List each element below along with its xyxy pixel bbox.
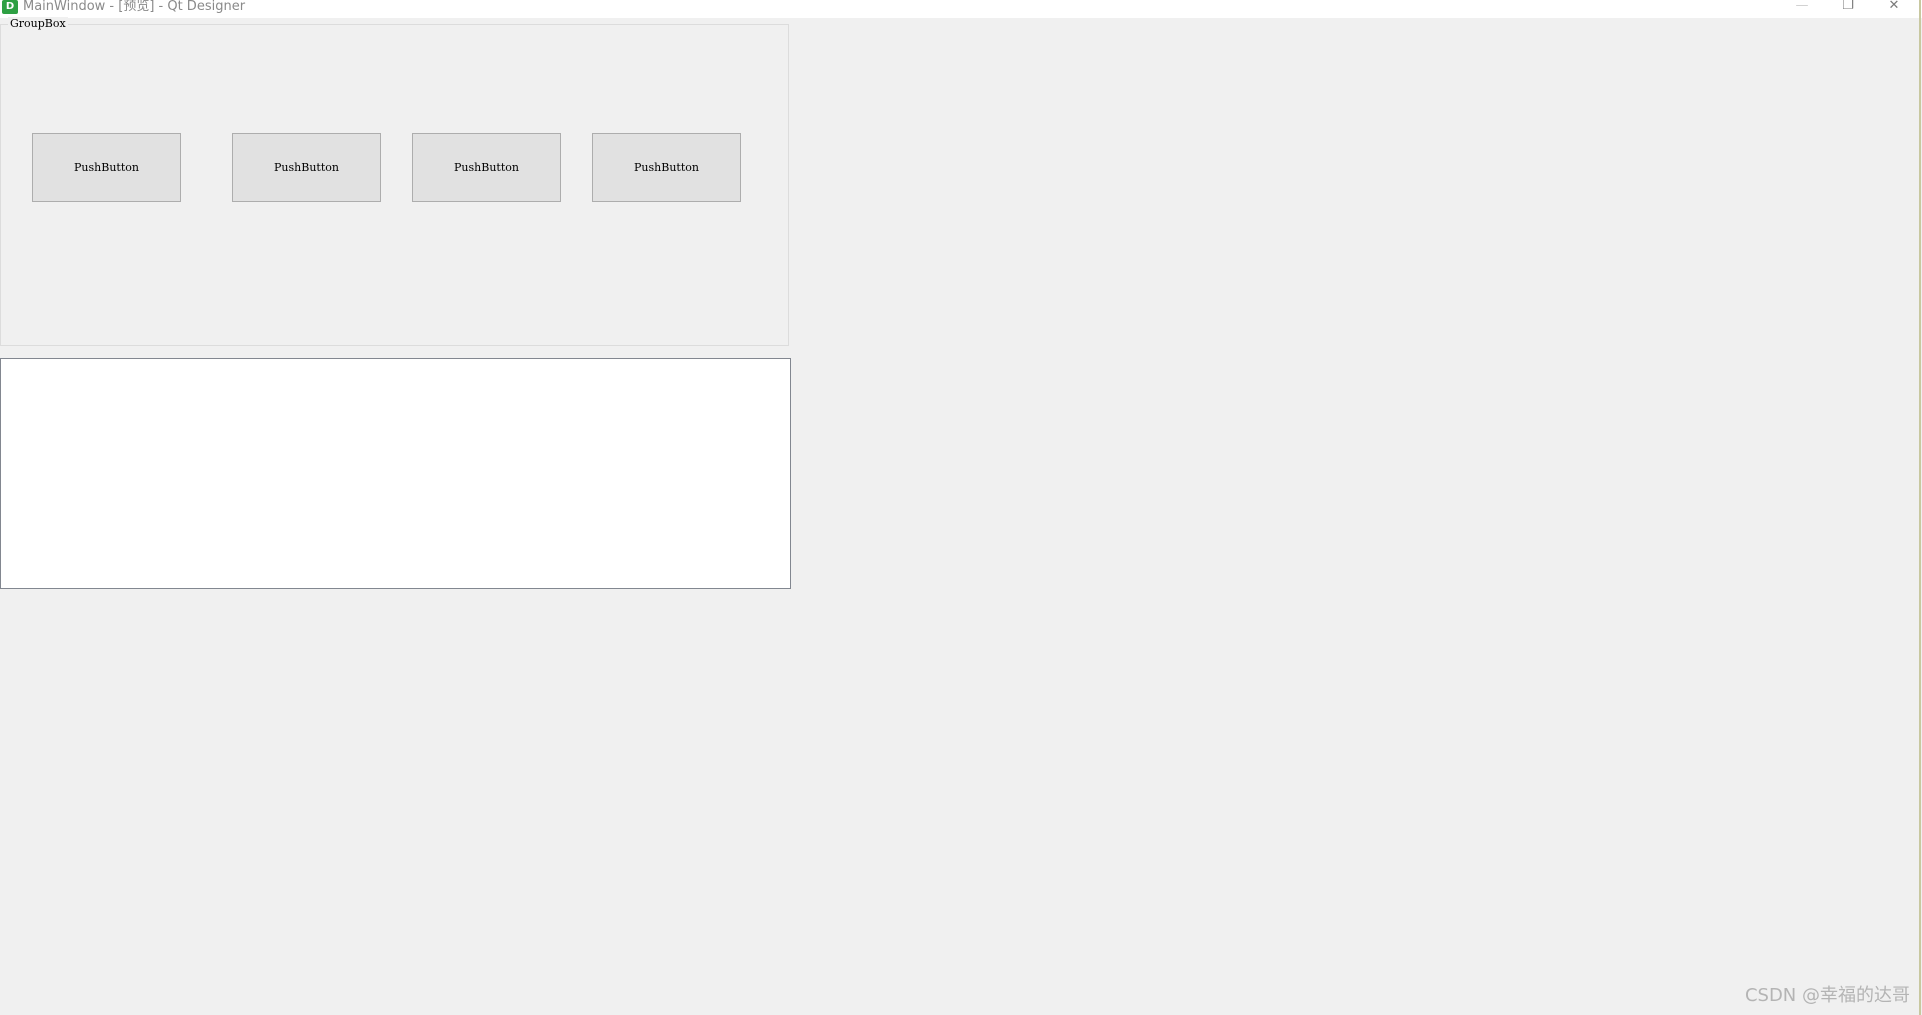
push-button-2[interactable]: PushButton <box>232 133 381 202</box>
window-right-edge <box>1919 0 1921 1015</box>
group-box-title: GroupBox <box>8 17 68 31</box>
push-button-4[interactable]: PushButton <box>592 133 741 202</box>
text-edit[interactable] <box>0 358 791 589</box>
close-button[interactable]: ✕ <box>1872 0 1916 14</box>
main-window: D MainWindow - [预览] - Qt Designer — ❐ ✕ … <box>0 0 1922 1015</box>
push-button-3[interactable]: PushButton <box>412 133 561 202</box>
qt-designer-app-icon: D <box>2 0 18 14</box>
watermark: CSDN @幸福的达哥 <box>1744 985 1910 1006</box>
title-bar: D MainWindow - [预览] - Qt Designer — ❐ ✕ <box>0 0 1922 18</box>
push-button-1[interactable]: PushButton <box>32 133 181 202</box>
window-title: MainWindow - [预览] - Qt Designer <box>23 0 246 14</box>
restore-button[interactable]: ❐ <box>1826 0 1870 14</box>
minimize-button[interactable]: — <box>1780 0 1824 14</box>
group-box: PushButton PushButton PushButton PushBut… <box>0 24 789 346</box>
